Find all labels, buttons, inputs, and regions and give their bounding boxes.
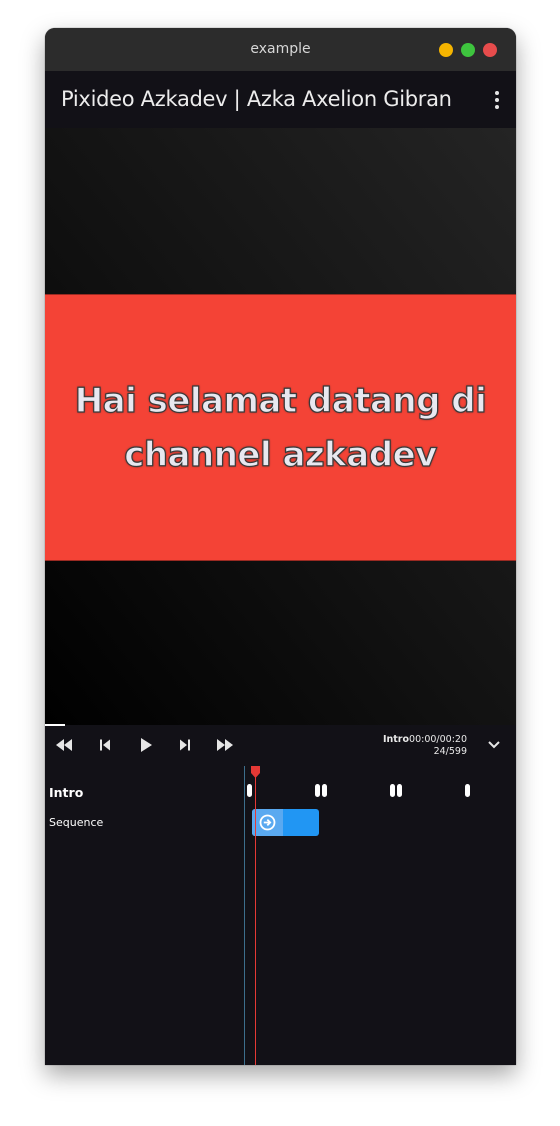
keyframe-marker[interactable]	[247, 784, 252, 797]
window-controls	[431, 42, 497, 61]
sequence-clip[interactable]	[252, 809, 319, 836]
video-preview: Hai selamat datang di channel azkadev	[45, 128, 516, 725]
time-readout: 00:00/00:20	[409, 734, 467, 745]
skip-previous-button[interactable]	[94, 735, 116, 755]
fast-forward-button[interactable]	[214, 735, 236, 755]
timeline-panel: Intro Sequence	[45, 764, 516, 1065]
window-titlebar: example	[45, 28, 516, 72]
app-bar: Pixideo Azkadev | Azka Axelion Gibran	[45, 71, 516, 128]
playhead-line	[255, 774, 256, 1065]
keyframe-marker[interactable]	[390, 784, 395, 797]
arrow-right-circle-icon	[259, 814, 276, 831]
keyframe-marker[interactable]	[397, 784, 402, 797]
maximize-button[interactable]	[461, 43, 475, 57]
chevron-down-icon[interactable]	[486, 738, 502, 752]
player-controls: Intro00:00/00:20 24/599	[45, 726, 516, 764]
more-vertical-icon[interactable]	[494, 91, 500, 109]
rewind-button[interactable]	[53, 735, 75, 755]
keyframe-marker[interactable]	[322, 784, 327, 797]
time-display: Intro00:00/00:20 24/599	[383, 734, 467, 758]
timeline-start-line	[244, 766, 245, 1065]
slide-caption: Hai selamat datang di channel azkadev	[74, 380, 487, 475]
app-title: Pixideo Azkadev | Azka Axelion Gibran	[61, 87, 452, 111]
playhead-handle[interactable]	[250, 766, 261, 778]
current-scene-name: Intro	[382, 734, 410, 745]
intro-slide: Hai selamat datang di channel azkadev	[45, 294, 516, 561]
track-label-sequence: Sequence	[49, 816, 104, 829]
rewind-icon	[56, 739, 72, 751]
play-button[interactable]	[135, 735, 157, 755]
app-window: example Pixideo Azkadev | Azka Axelion G…	[45, 28, 516, 1065]
minimize-button[interactable]	[439, 43, 453, 57]
keyframe-marker[interactable]	[465, 784, 470, 797]
close-button[interactable]	[483, 43, 497, 57]
skip-next-button[interactable]	[174, 735, 196, 755]
skip-previous-icon	[100, 739, 110, 751]
fast-forward-icon	[217, 739, 233, 751]
skip-next-icon	[180, 739, 190, 751]
track-label-intro: Intro	[49, 785, 84, 800]
play-icon	[141, 738, 152, 752]
frame-readout: 24/599	[433, 746, 467, 757]
keyframe-marker[interactable]	[315, 784, 320, 797]
